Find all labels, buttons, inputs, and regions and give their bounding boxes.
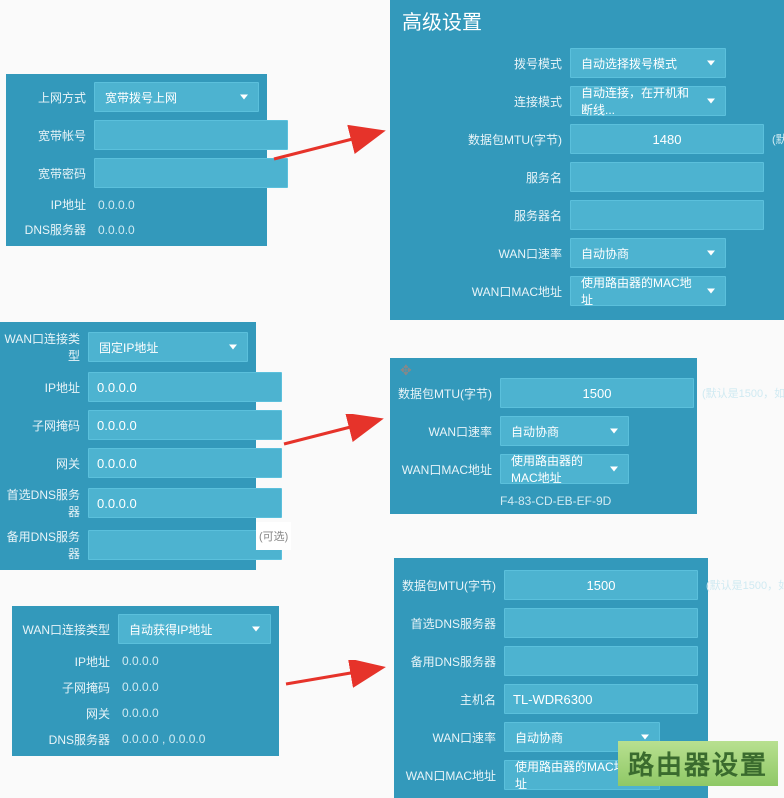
mtu-label: 数据包MTU(字节) xyxy=(394,577,504,594)
chevron-down-icon xyxy=(240,95,248,100)
chevron-down-icon xyxy=(707,99,715,104)
arrow-icon xyxy=(272,124,392,164)
account-label: 宽带帐号 xyxy=(6,127,94,144)
wan-rate-label: WAN口速率 xyxy=(390,245,570,262)
mtu-label: 数据包MTU(字节) xyxy=(390,131,570,148)
mtu-hint: (默认是1500，如非必要，请勿修改) xyxy=(706,577,784,593)
conn-type-label: WAN口连接类型 xyxy=(0,330,88,364)
wan-mac-label: WAN口MAC地址 xyxy=(390,283,570,300)
password-input[interactable] xyxy=(94,158,288,188)
wan-mac-select[interactable]: 使用路由器的MAC地址 xyxy=(500,454,629,484)
chevron-down-icon xyxy=(610,429,618,434)
service-input[interactable] xyxy=(570,162,764,192)
chevron-down-icon xyxy=(229,345,237,350)
panel-pppoe-basic: 上网方式 宽带拨号上网 宽带帐号 宽带密码 IP地址 0.0.0.0 DNS服务… xyxy=(6,74,267,246)
host-input[interactable] xyxy=(504,684,698,714)
ip-value: 0.0.0.0 xyxy=(94,198,135,212)
arrow-icon xyxy=(282,414,388,448)
gateway-input[interactable] xyxy=(88,448,282,478)
chevron-down-icon xyxy=(610,467,618,472)
dial-mode-select[interactable]: 自动选择拨号模式 xyxy=(570,48,726,78)
method-select[interactable]: 宽带拨号上网 xyxy=(94,82,259,112)
conn-type-select[interactable]: 自动获得IP地址 xyxy=(118,614,271,644)
mask-label: 子网掩码 xyxy=(12,679,118,696)
conn-type-select[interactable]: 固定IP地址 xyxy=(88,332,248,362)
mtu-hint: (默认是1480，如非必要，请勿修改) xyxy=(772,131,784,147)
wan-rate-select[interactable]: 自动协商 xyxy=(500,416,629,446)
conn-mode-select[interactable]: 自动连接，在开机和断线... xyxy=(570,86,726,116)
mask-value: 0.0.0.0 xyxy=(118,680,159,694)
dns1-input[interactable] xyxy=(504,608,698,638)
ip-value: 0.0.0.0 xyxy=(118,654,159,668)
dns-label: DNS服务器 xyxy=(12,731,118,748)
wan-rate-label: WAN口速率 xyxy=(390,423,500,440)
mtu-hint: (默认是1500，如非必要，请勿修改) xyxy=(702,385,784,401)
mask-label: 子网掩码 xyxy=(0,417,88,434)
dns1-label: 首选DNS服务器 xyxy=(394,615,504,632)
ip-label: IP地址 xyxy=(6,196,94,213)
dns1-label: 首选DNS服务器 xyxy=(0,486,88,520)
ip-label: IP地址 xyxy=(12,653,118,670)
optional-hint: (可选) xyxy=(256,522,291,550)
move-icon: ✥ xyxy=(400,362,412,379)
service-label: 服务名 xyxy=(390,169,570,186)
gateway-label: 网关 xyxy=(12,705,118,722)
dns2-input[interactable] xyxy=(504,646,698,676)
ip-input[interactable] xyxy=(88,372,282,402)
dns2-label: 备用DNS服务器 xyxy=(394,653,504,670)
gateway-value: 0.0.0.0 xyxy=(118,706,159,720)
password-label: 宽带密码 xyxy=(6,165,94,182)
host-label: 主机名 xyxy=(394,691,504,708)
panel-static-ip-advanced: 数据包MTU(字节) (默认是1500，如非必要，请勿修改) WAN口速率 自动… xyxy=(390,358,697,514)
dns-value: 0.0.0.0 , 0.0.0.0 xyxy=(118,732,205,746)
conn-mode-label: 连接模式 xyxy=(390,93,570,110)
dns2-label: 备用DNS服务器 xyxy=(0,528,88,562)
account-input[interactable] xyxy=(94,120,288,150)
panel-dhcp: WAN口连接类型 自动获得IP地址 IP地址 0.0.0.0 子网掩码 0.0.… xyxy=(12,606,279,756)
wan-rate-select[interactable]: 自动协商 xyxy=(570,238,726,268)
wan-mac-label: WAN口MAC地址 xyxy=(394,767,504,784)
chevron-down-icon xyxy=(707,289,715,294)
chevron-down-icon xyxy=(252,627,260,632)
gateway-label: 网关 xyxy=(0,455,88,472)
dns1-input[interactable] xyxy=(88,488,282,518)
chevron-down-icon xyxy=(641,735,649,740)
mask-input[interactable] xyxy=(88,410,282,440)
dial-mode-label: 拨号模式 xyxy=(390,55,570,72)
dns2-input[interactable] xyxy=(88,530,282,560)
wan-rate-label: WAN口速率 xyxy=(394,729,504,746)
mtu-input[interactable] xyxy=(570,124,764,154)
wan-mac-select[interactable]: 使用路由器的MAC地址 xyxy=(570,276,726,306)
watermark: 路由器设置 xyxy=(618,741,778,786)
mtu-input[interactable] xyxy=(504,570,698,600)
server-input[interactable] xyxy=(570,200,764,230)
wan-mac-label: WAN口MAC地址 xyxy=(390,461,500,478)
conn-type-label: WAN口连接类型 xyxy=(12,621,118,638)
mtu-label: 数据包MTU(字节) xyxy=(390,385,500,402)
mac-display: F4-83-CD-EB-EF-9D xyxy=(390,488,697,510)
chevron-down-icon xyxy=(707,251,715,256)
dns-value: 0.0.0.0 xyxy=(94,223,135,237)
panel-pppoe-advanced: 拨号模式 自动选择拨号模式 连接模式 自动连接，在开机和断线... 数据包MTU… xyxy=(390,34,784,320)
ip-label: IP地址 xyxy=(0,379,88,396)
server-label: 服务器名 xyxy=(390,207,570,224)
arrow-icon xyxy=(284,660,390,690)
mtu-input[interactable] xyxy=(500,378,694,408)
method-label: 上网方式 xyxy=(6,89,94,106)
dns-label: DNS服务器 xyxy=(6,221,94,238)
chevron-down-icon xyxy=(707,61,715,66)
panel-static-ip: WAN口连接类型 固定IP地址 IP地址 子网掩码 网关 首选DNS服务器 备用… xyxy=(0,322,256,570)
